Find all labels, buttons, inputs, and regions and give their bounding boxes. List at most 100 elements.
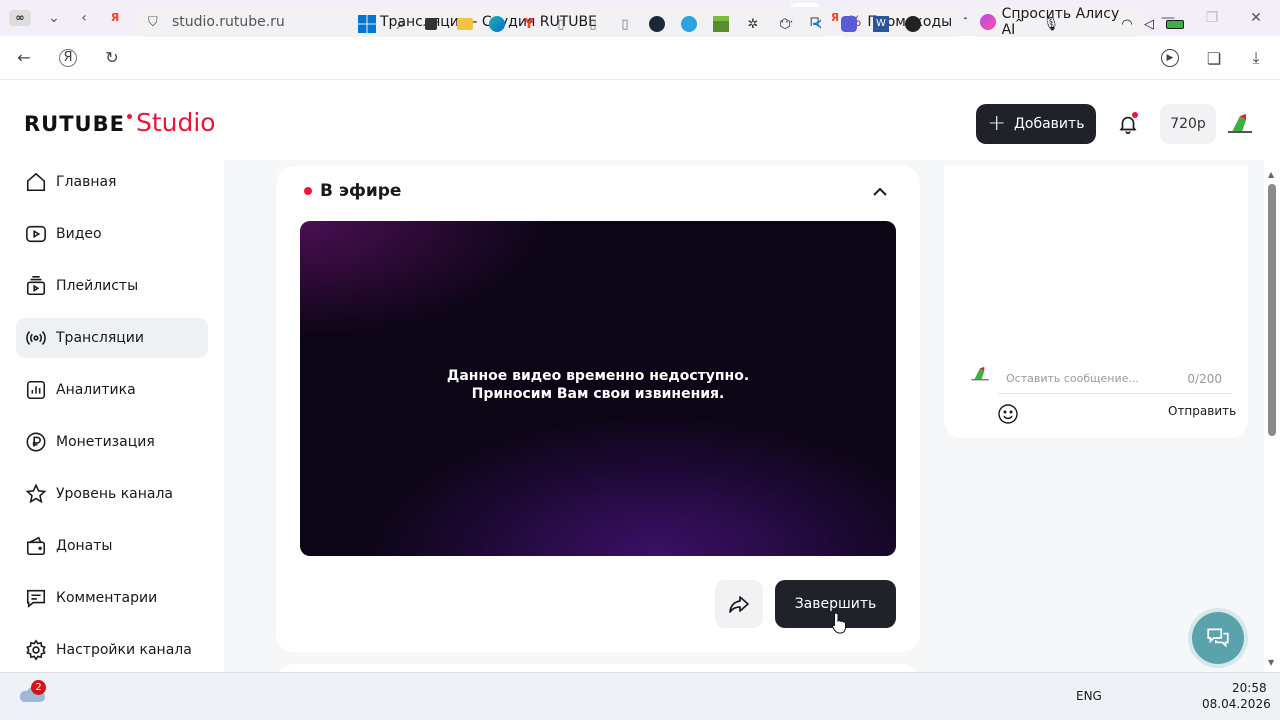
- wifi-icon: ◠: [1121, 16, 1133, 32]
- tray-time[interactable]: 20:58: [1232, 681, 1267, 695]
- taskbar-word[interactable]: W: [870, 13, 892, 35]
- taskbar-yandex-browser[interactable]: Y: [518, 13, 540, 35]
- analytics-icon: [24, 378, 48, 402]
- tray-battery[interactable]: [1164, 13, 1186, 35]
- video-capture-button[interactable]: ▶: [1148, 36, 1192, 80]
- collections-button[interactable]: ❏: [1192, 36, 1236, 80]
- play-circle-icon: ▶: [1161, 49, 1179, 67]
- sidebar-item-video[interactable]: Видео: [16, 214, 208, 254]
- share-button[interactable]: [715, 580, 763, 628]
- taskbar-steam[interactable]: [646, 13, 668, 35]
- taskbar-task-view[interactable]: [420, 13, 442, 35]
- tray-microphone[interactable]: 🎙: [1040, 13, 1062, 35]
- volume-icon: ◁: [1144, 16, 1154, 32]
- search-icon: ⌕: [396, 14, 406, 33]
- tab-infinity[interactable]: ∞: [0, 0, 40, 36]
- video-icon: [24, 222, 48, 246]
- taskbar-chatgpt[interactable]: [902, 13, 924, 35]
- collections-icon: ❏: [1206, 48, 1222, 68]
- tray-date[interactable]: 08.04.2026: [1202, 697, 1271, 711]
- chat-char-counter: 0/200: [1187, 371, 1222, 386]
- stream-status-label: В эфире: [320, 181, 402, 201]
- quality-button[interactable]: 720p: [1160, 104, 1216, 144]
- infinity-icon: ∞: [9, 10, 31, 26]
- taskbar-telegram[interactable]: [678, 13, 700, 35]
- task-view-icon: [425, 18, 437, 30]
- sidebar-item-label: Комментарии: [56, 590, 158, 606]
- video-player[interactable]: Данное видео временно недоступно. Принос…: [300, 221, 896, 556]
- sidebar-item-playlists[interactable]: Плейлисты: [16, 266, 208, 306]
- page-scrollbar[interactable]: ▲ ▼: [1266, 168, 1278, 672]
- unity-icon: ✲: [747, 16, 759, 32]
- tab-yandex[interactable]: Я: [100, 0, 130, 36]
- tray-wifi[interactable]: ◠: [1116, 13, 1138, 35]
- logo-dot: [126, 114, 132, 119]
- back-button[interactable]: ←: [2, 36, 46, 80]
- logo-studio-text: Studio: [135, 108, 216, 137]
- battery-icon: [1166, 19, 1184, 29]
- ruble-icon: [24, 430, 48, 454]
- reload-button[interactable]: ↻: [90, 36, 134, 80]
- sidebar-item-label: Главная: [56, 174, 117, 190]
- sidebar-item-monetization[interactable]: Монетизация: [16, 422, 208, 462]
- sidebar-item-analytics[interactable]: Аналитика: [16, 370, 208, 410]
- home-icon: [24, 170, 48, 194]
- taskbar-edge[interactable]: [486, 13, 508, 35]
- scrollbar-thumb[interactable]: [1268, 184, 1276, 436]
- file-icon: ▯: [621, 16, 629, 32]
- discord-icon: [841, 16, 857, 32]
- emoji-button[interactable]: [996, 402, 1020, 426]
- close-window-button[interactable]: ✕: [1234, 0, 1278, 36]
- chat-panel: [944, 166, 1248, 438]
- sidebar-item-donations[interactable]: Донаты: [16, 526, 208, 566]
- file-icon: ▯: [589, 16, 597, 32]
- taskbar-explorer[interactable]: [454, 13, 476, 35]
- taskbar-minecraft[interactable]: [710, 13, 732, 35]
- support-chat-button[interactable]: [1192, 612, 1244, 664]
- send-message-button[interactable]: Отправить: [1168, 404, 1236, 418]
- scroll-up-arrow-icon[interactable]: ▲: [1268, 170, 1274, 179]
- chat-user-avatar: [970, 364, 990, 384]
- logo-rutube-text: RUTUBE: [24, 112, 125, 136]
- star-icon: [24, 482, 48, 506]
- reload-icon: ↻: [105, 48, 119, 67]
- tray-language[interactable]: ENG: [1076, 689, 1102, 703]
- sidebar-item-home[interactable]: Главная: [16, 162, 208, 202]
- taskbar-start[interactable]: [356, 13, 378, 35]
- taskbar-file[interactable]: ▯: [614, 13, 636, 35]
- taskbar-vscode[interactable]: ≺: [806, 13, 828, 35]
- smiley-icon: [998, 404, 1018, 424]
- restore-button[interactable]: ❐: [1190, 0, 1234, 36]
- taskbar-search[interactable]: ⌕: [390, 13, 412, 35]
- yandex-home-button[interactable]: Я: [46, 36, 90, 80]
- scroll-down-arrow-icon[interactable]: ▼: [1268, 658, 1274, 667]
- chat-message-input[interactable]: Оставить сообщение... 0/200: [998, 364, 1232, 394]
- folder-icon: [457, 18, 473, 30]
- chevron-up-icon: ⌃: [1013, 16, 1025, 32]
- cube-icon: ⬡: [779, 16, 791, 32]
- parrot-avatar-icon: [1228, 114, 1252, 133]
- collapse-button[interactable]: [868, 180, 892, 204]
- tray-overflow[interactable]: ⌃: [1008, 13, 1030, 35]
- chat-bubbles-icon: [1207, 628, 1229, 648]
- windows-icon: [358, 15, 376, 33]
- taskbar-file[interactable]: ▯: [582, 13, 604, 35]
- taskbar-unity[interactable]: ✲: [742, 13, 764, 35]
- sidebar-item-channel-level[interactable]: Уровень канала: [16, 474, 208, 514]
- sidebar-item-comments[interactable]: Комментарии: [16, 578, 208, 618]
- taskbar-box-app[interactable]: ⬡: [774, 13, 796, 35]
- downloads-button[interactable]: ⤓: [1234, 36, 1278, 80]
- rutube-studio-logo[interactable]: RUTUBE Studio: [24, 108, 216, 142]
- tray-volume[interactable]: ◁: [1138, 13, 1160, 35]
- tab-list-dropdown[interactable]: ⌄: [40, 0, 68, 36]
- sidebar-item-channel-settings[interactable]: Настройки канала: [16, 630, 208, 670]
- tabs-scroll-left[interactable]: ‹: [68, 0, 100, 36]
- avatar[interactable]: [1226, 110, 1254, 138]
- sidebar-item-broadcasts[interactable]: Трансляции: [16, 318, 208, 358]
- live-dot-icon: [304, 187, 312, 195]
- notifications-button[interactable]: [1112, 108, 1144, 140]
- send-label: Отправить: [1168, 404, 1237, 418]
- taskbar-discord[interactable]: [838, 13, 860, 35]
- taskbar-file[interactable]: ▯: [550, 13, 572, 35]
- add-button[interactable]: + Добавить: [976, 104, 1096, 144]
